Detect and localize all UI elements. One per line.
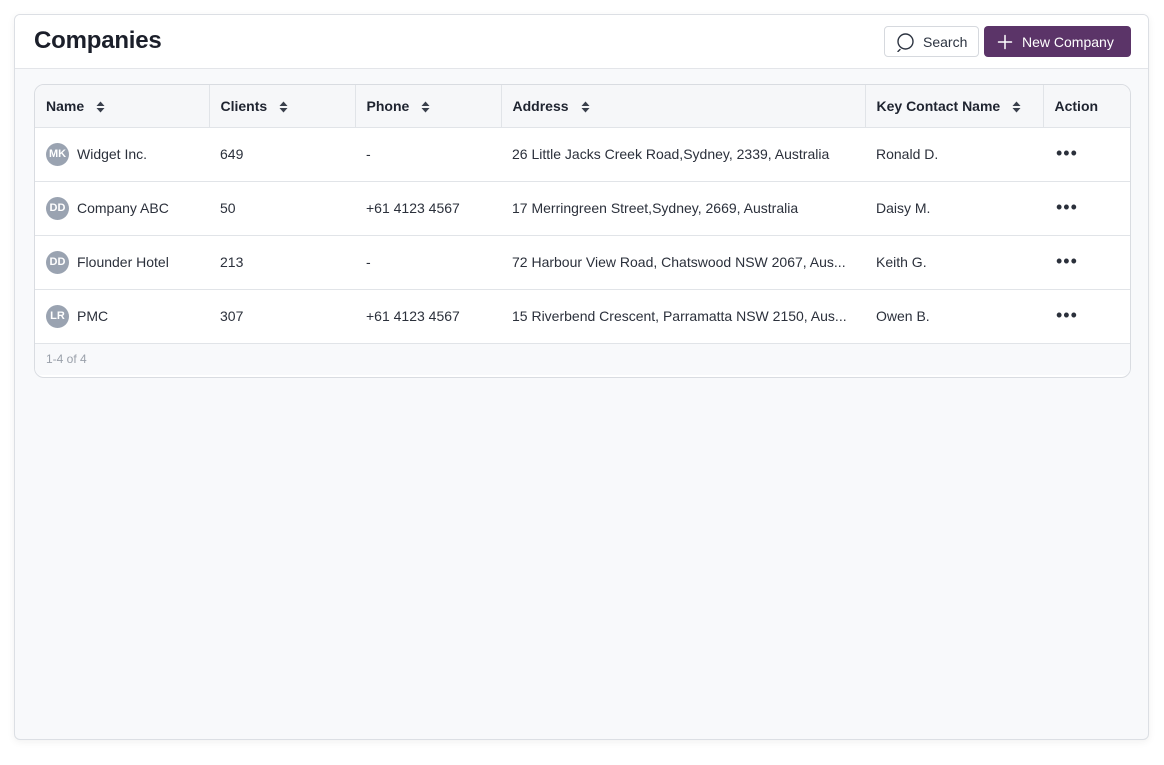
more-actions-icon[interactable]: ••• — [1054, 306, 1078, 324]
page-title: Companies — [34, 27, 162, 54]
table-row[interactable]: MK Widget Inc. 649 - 26 Little Jacks Cree… — [35, 127, 1130, 182]
name-cell: DD Flounder Hotel — [35, 235, 209, 290]
name-cell: DD Company ABC — [35, 181, 209, 236]
action-cell: ••• — [1043, 181, 1130, 236]
column-header-phone[interactable]: Phone — [355, 85, 502, 128]
page-header: Companies Search New Company — [15, 15, 1148, 69]
action-cell: ••• — [1043, 235, 1130, 290]
table-row[interactable]: LR PMC 307 +61 4123 4567 15 Riverbend Cre… — [35, 289, 1130, 344]
table-header-row: Name Clients Phone Address Key Contact N… — [35, 85, 1130, 128]
clients-cell: 213 — [209, 235, 355, 290]
company-name: PMC — [77, 308, 109, 324]
address-cell: 15 Riverbend Crescent, Parramatta NSW 21… — [501, 289, 865, 344]
sort-icon[interactable] — [96, 101, 105, 113]
new-company-button[interactable]: New Company — [984, 26, 1131, 57]
phone-cell: - — [355, 235, 501, 290]
action-cell: ••• — [1043, 127, 1130, 182]
clients-cell: 50 — [209, 181, 355, 236]
address-cell: 17 Merringreen Street,Sydney, 2669, Aust… — [501, 181, 865, 236]
avatar: DD — [46, 196, 69, 220]
avatar: LR — [46, 304, 69, 328]
sort-icon[interactable] — [421, 101, 430, 113]
clients-cell: 307 — [209, 289, 355, 344]
address-cell: 26 Little Jacks Creek Road,Sydney, 2339,… — [501, 127, 865, 182]
companies-window: Companies Search New Company Name Client… — [14, 14, 1149, 740]
table-row[interactable]: DD Flounder Hotel 213 - 72 Harbour View R… — [35, 235, 1130, 290]
search-button-label: Search — [923, 33, 968, 50]
phone-cell: +61 4123 4567 — [355, 289, 501, 344]
company-name: Flounder Hotel — [77, 254, 169, 270]
address-cell: 72 Harbour View Road, Chatswood NSW 2067… — [501, 235, 865, 290]
pagination-summary: 1-4 of 4 — [35, 343, 1130, 375]
avatar: MK — [46, 142, 69, 166]
name-cell: LR PMC — [35, 289, 209, 344]
new-company-button-label: New Company — [1022, 33, 1114, 50]
avatar: DD — [46, 250, 69, 274]
phone-cell: - — [355, 127, 501, 182]
column-header-key-contact[interactable]: Key Contact Name — [865, 85, 1044, 128]
action-cell: ••• — [1043, 289, 1130, 344]
column-header-action: Action — [1043, 85, 1130, 128]
sort-icon[interactable] — [1012, 101, 1021, 113]
column-header-address[interactable]: Address — [501, 85, 866, 128]
company-name: Widget Inc. — [77, 146, 148, 162]
column-header-name[interactable]: Name — [35, 85, 210, 128]
clients-cell: 649 — [209, 127, 355, 182]
name-cell: MK Widget Inc. — [35, 127, 209, 182]
contact-cell: Ronald D. — [865, 127, 1043, 182]
search-button[interactable]: Search — [884, 26, 979, 57]
table-row[interactable]: DD Company ABC 50 +61 4123 4567 17 Merrin… — [35, 181, 1130, 236]
plus-icon — [997, 34, 1013, 50]
sort-icon[interactable] — [279, 101, 288, 113]
contact-cell: Owen B. — [865, 289, 1043, 344]
contact-cell: Daisy M. — [865, 181, 1043, 236]
sort-icon[interactable] — [581, 101, 590, 113]
search-icon — [896, 32, 916, 52]
phone-cell: +61 4123 4567 — [355, 181, 501, 236]
more-actions-icon[interactable]: ••• — [1054, 144, 1078, 162]
column-header-clients[interactable]: Clients — [209, 85, 356, 128]
company-name: Company ABC — [77, 200, 169, 216]
contact-cell: Keith G. — [865, 235, 1043, 290]
more-actions-icon[interactable]: ••• — [1054, 198, 1078, 216]
companies-table: Name Clients Phone Address Key Contact N… — [34, 84, 1131, 378]
more-actions-icon[interactable]: ••• — [1054, 252, 1078, 270]
